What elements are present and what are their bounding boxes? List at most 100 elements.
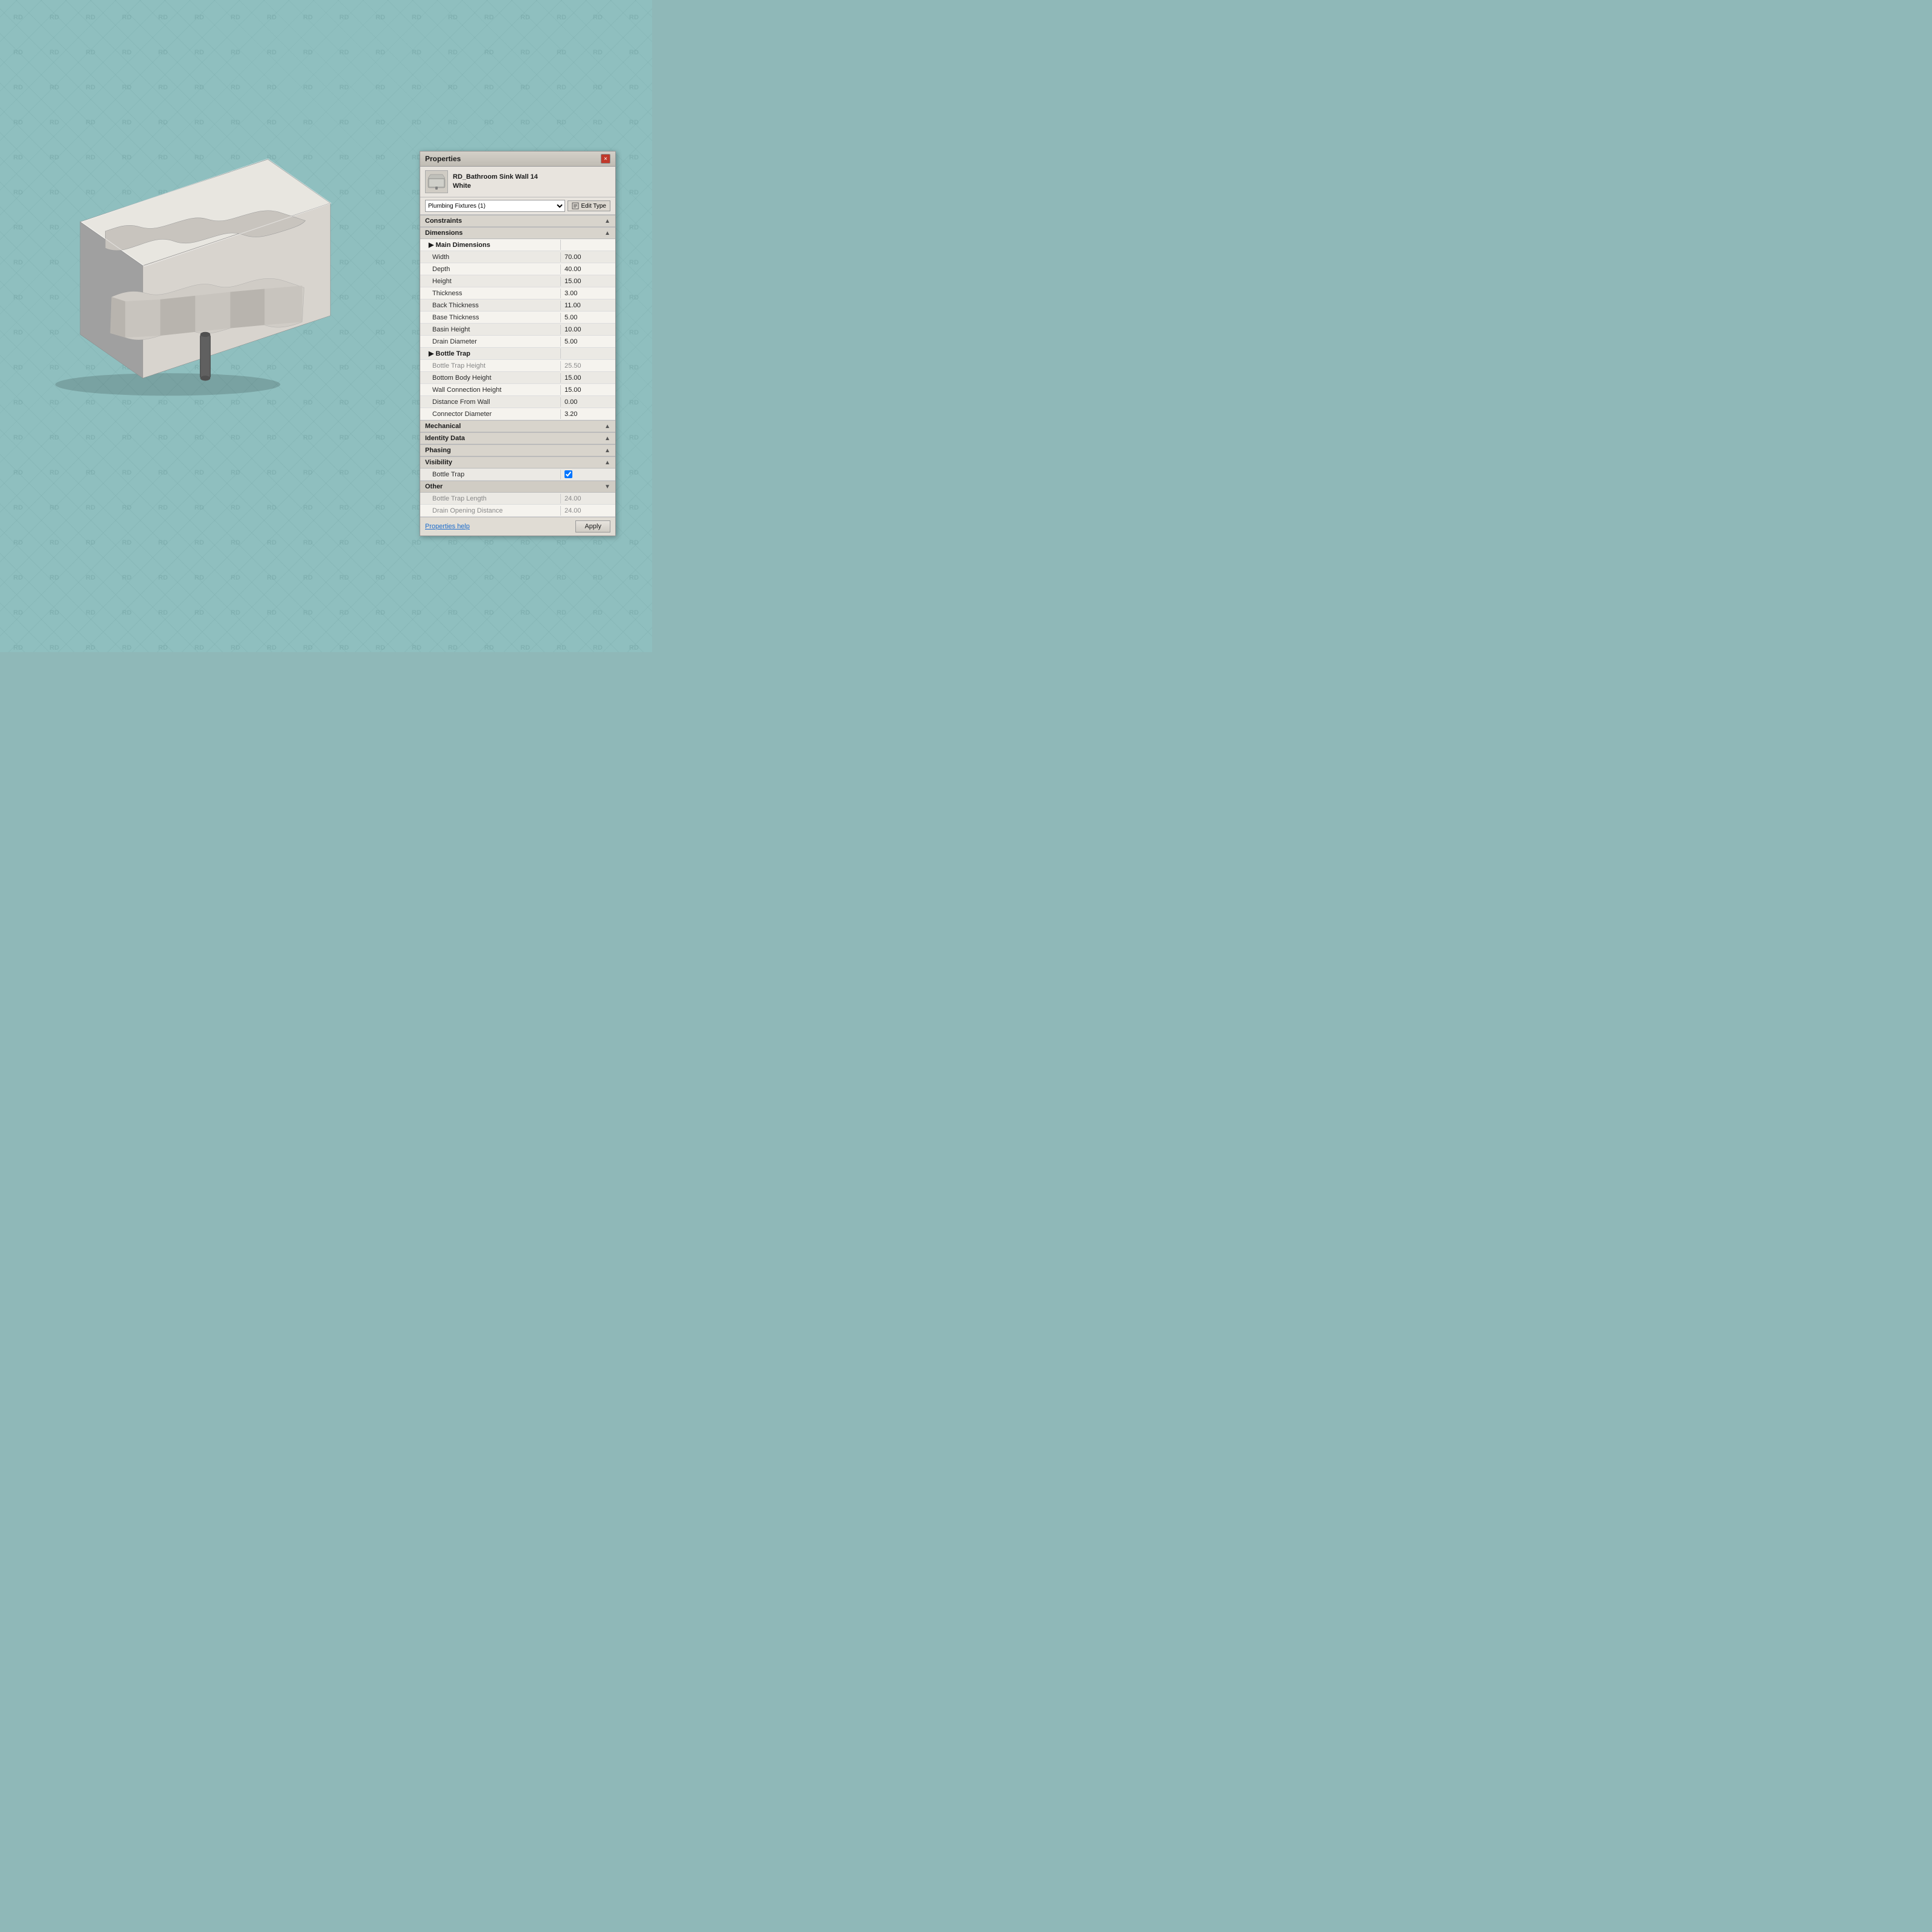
watermark-cell: RD [362,630,398,652]
watermark-cell: RD [435,630,471,652]
bottle-trap-checkbox[interactable] [565,470,572,478]
watermark-cell: RD [72,0,109,35]
connector-diameter-value[interactable]: 3.20 [561,409,615,419]
distance-from-wall-label: Distance From Wall [420,397,561,407]
watermark-cell: RD [72,595,109,630]
section-dimensions[interactable]: Dimensions ▲ [420,227,615,239]
category-select[interactable]: Plumbing Fixtures (1) [425,200,565,212]
watermark-cell: RD [72,630,109,652]
watermark-cell: RD [580,35,616,70]
bottle-trap-length-value[interactable]: 24.00 [561,494,615,504]
back-thickness-value[interactable]: 11.00 [561,301,615,310]
section-mechanical[interactable]: Mechanical ▲ [420,420,615,432]
section-constraints[interactable]: Constraints ▲ [420,215,615,227]
watermark-cell: RD [72,560,109,595]
drain-diameter-value[interactable]: 5.00 [561,337,615,347]
watermark-cell: RD [507,630,543,652]
watermark-cell: RD [109,630,145,652]
thickness-label: Thickness [420,289,561,298]
watermark-cell: RD [290,35,326,70]
watermark-cell: RD [543,35,580,70]
width-value[interactable]: 70.00 [561,252,615,262]
watermark-cell: RD [580,595,616,630]
watermark-cell: RD [616,350,652,385]
basin-height-value[interactable]: 10.00 [561,325,615,334]
base-thickness-value[interactable]: 5.00 [561,313,615,322]
width-label: Width [420,252,561,262]
watermark-cell: RD [543,105,580,140]
watermark-cell: RD [471,70,507,105]
bottle-trap-checkbox-cell[interactable] [561,469,615,479]
prop-row-height: Height 15.00 [420,275,615,287]
element-info: RD_Bathroom Sink Wall 14 White [453,173,538,191]
section-visibility[interactable]: Visibility ▲ [420,456,615,469]
watermark-cell: RD [36,35,72,70]
depth-value[interactable]: 40.00 [561,264,615,274]
watermark-cell: RD [254,630,290,652]
identity-collapse-icon: ▲ [604,435,610,442]
watermark-cell: RD [217,0,254,35]
watermark-cell: RD [326,455,362,490]
watermark-cell: RD [145,420,181,455]
thickness-value[interactable]: 3.00 [561,289,615,298]
watermark-cell: RD [254,595,290,630]
watermark-cell: RD [507,595,543,630]
bottle-trap-height-value[interactable]: 25.50 [561,361,615,371]
watermark-cell: RD [543,595,580,630]
bottom-body-height-value[interactable]: 15.00 [561,373,615,383]
watermark-cell: RD [72,525,109,560]
distance-from-wall-value[interactable]: 0.00 [561,397,615,407]
watermark-cell: RD [362,525,398,560]
watermark-cell: RD [181,595,217,630]
watermark-cell: RD [145,490,181,525]
watermark-cell: RD [181,630,217,652]
watermark-cell: RD [36,595,72,630]
watermark-cell: RD [435,70,471,105]
watermark-cell: RD [290,420,326,455]
watermark-cell: RD [543,560,580,595]
sink-illustration [30,121,380,411]
main-dimensions-subheader[interactable]: ▶ Main Dimensions [420,239,615,251]
drain-opening-distance-value[interactable]: 24.00 [561,506,615,516]
watermark-cell: RD [109,70,145,105]
bottle-trap-subheader[interactable]: ▶ Bottle Trap [420,348,615,360]
watermark-cell: RD [362,455,398,490]
watermark-cell: RD [145,70,181,105]
watermark-cell: RD [543,70,580,105]
watermark-cell: RD [109,595,145,630]
height-value[interactable]: 15.00 [561,277,615,286]
watermark-cell: RD [616,0,652,35]
watermark-cell: RD [580,70,616,105]
watermark-cell: RD [326,525,362,560]
prop-row-thickness: Thickness 3.00 [420,287,615,299]
section-other[interactable]: Other ▼ [420,481,615,493]
watermark-cell: RD [36,630,72,652]
watermark-cell: RD [616,455,652,490]
panel-dropdown-row: Plumbing Fixtures (1) Edit Type [420,197,615,215]
watermark-cell: RD [254,70,290,105]
prop-row-drain-opening-distance: Drain Opening Distance 24.00 [420,505,615,517]
close-button[interactable]: × [601,154,610,164]
watermark-cell: RD [435,35,471,70]
edit-type-button[interactable]: Edit Type [568,200,610,211]
watermark-cell: RD [254,490,290,525]
watermark-cell: RD [507,560,543,595]
section-identity-data[interactable]: Identity Data ▲ [420,432,615,444]
watermark-cell: RD [290,490,326,525]
watermark-cell: RD [0,70,36,105]
watermark-cell: RD [0,420,36,455]
properties-help-link[interactable]: Properties help [425,523,470,530]
wall-connection-height-value[interactable]: 15.00 [561,385,615,395]
watermark-cell: RD [398,70,435,105]
watermark-cell: RD [217,420,254,455]
watermark-cell: RD [326,630,362,652]
height-label: Height [420,277,561,286]
section-phasing[interactable]: Phasing ▲ [420,444,615,456]
watermark-cell: RD [580,630,616,652]
watermark-cell: RD [217,35,254,70]
apply-button[interactable]: Apply [575,520,610,533]
watermark-cell: RD [145,35,181,70]
panel-content[interactable]: Constraints ▲ Dimensions ▲ ▶ Main Dimens… [420,215,615,517]
base-thickness-label: Base Thickness [420,313,561,322]
watermark-cell: RD [217,630,254,652]
